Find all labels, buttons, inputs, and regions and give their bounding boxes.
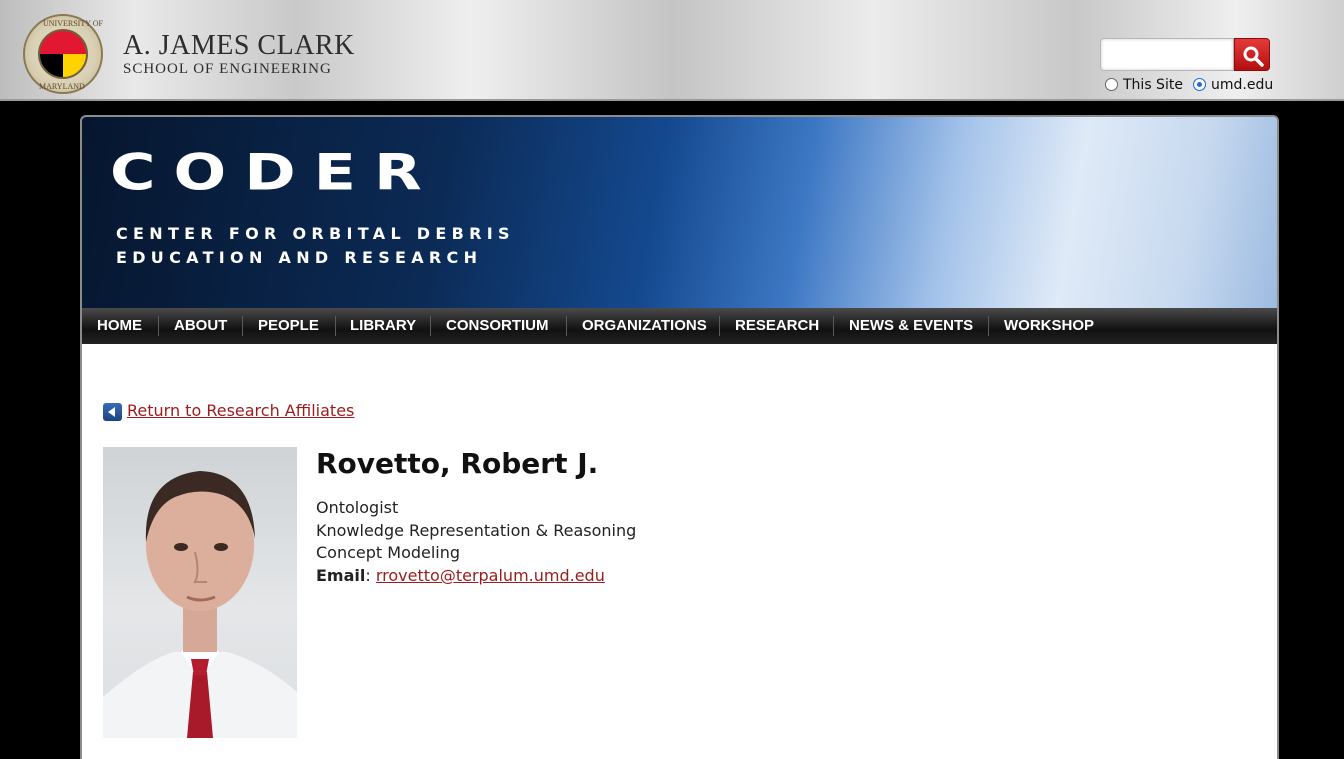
- site-header: UNIVERSITY OF MARYLAND A. JAMES CLARK SC…: [0, 0, 1344, 101]
- scope-option-umd[interactable]: umd.edu: [1193, 77, 1273, 93]
- email-row: Email: rrovetto@terpalum.umd.edu: [316, 566, 605, 585]
- email-label: Email: [316, 566, 366, 585]
- search-input[interactable]: [1100, 38, 1234, 71]
- person-expertise-1: Knowledge Representation & Reasoning: [316, 521, 637, 540]
- return-to-research-affiliates-link[interactable]: Return to Research Affiliates: [127, 401, 354, 420]
- nav-item-research[interactable]: RESEARCH: [720, 308, 834, 344]
- brand-subtitle[interactable]: SCHOOL OF ENGINEERING: [123, 61, 332, 78]
- banner-title: CODER: [110, 143, 440, 202]
- search-icon: [1243, 46, 1264, 67]
- back-arrow-icon[interactable]: [103, 403, 122, 421]
- profile-photo: [103, 447, 297, 738]
- seal-text-bottom: MARYLAND: [39, 82, 85, 91]
- scope-option-this-site[interactable]: This Site: [1105, 77, 1183, 93]
- nav-item-organizations[interactable]: ORGANIZATIONS: [567, 308, 722, 344]
- coder-banner: CODER CENTER FOR ORBITAL DEBRIS EDUCATIO…: [82, 117, 1277, 308]
- email-link[interactable]: rrovetto@terpalum.umd.edu: [376, 566, 605, 585]
- profile-photo-illustration: [103, 471, 297, 738]
- nav-item-workshop[interactable]: WORKSHOP: [989, 308, 1109, 344]
- scope-option-label: This Site: [1123, 77, 1183, 93]
- email-separator: :: [365, 566, 376, 585]
- person-name: Rovetto, Robert J.: [316, 447, 599, 480]
- person-expertise-2: Concept Modeling: [316, 543, 461, 562]
- person-title: Ontologist: [316, 498, 399, 517]
- nav-item-about[interactable]: ABOUT: [159, 308, 242, 344]
- brand-name[interactable]: A. JAMES CLARK: [123, 30, 355, 62]
- main-nav: HOME ABOUT PEOPLE LIBRARY CONSORTIUM ORG…: [82, 308, 1277, 344]
- nav-item-news-events[interactable]: NEWS & EVENTS: [834, 308, 988, 344]
- banner-subtitle-line2: EDUCATION AND RESEARCH: [116, 248, 483, 267]
- banner-subtitle-line1: CENTER FOR ORBITAL DEBRIS: [116, 224, 515, 243]
- nav-item-library[interactable]: LIBRARY: [335, 308, 431, 344]
- scope-option-label: umd.edu: [1211, 77, 1274, 93]
- seal-text-top: UNIVERSITY OF: [43, 19, 103, 28]
- nav-item-home[interactable]: HOME: [82, 308, 157, 344]
- radio-checked-icon[interactable]: [1193, 78, 1206, 91]
- nav-item-consortium[interactable]: CONSORTIUM: [431, 308, 564, 344]
- university-seal-logo[interactable]: UNIVERSITY OF MARYLAND: [23, 14, 103, 94]
- nav-item-people[interactable]: PEOPLE: [243, 308, 334, 344]
- main-frame: CODER CENTER FOR ORBITAL DEBRIS EDUCATIO…: [80, 115, 1279, 759]
- search-button[interactable]: [1234, 38, 1270, 71]
- radio-unchecked-icon[interactable]: [1105, 78, 1118, 91]
